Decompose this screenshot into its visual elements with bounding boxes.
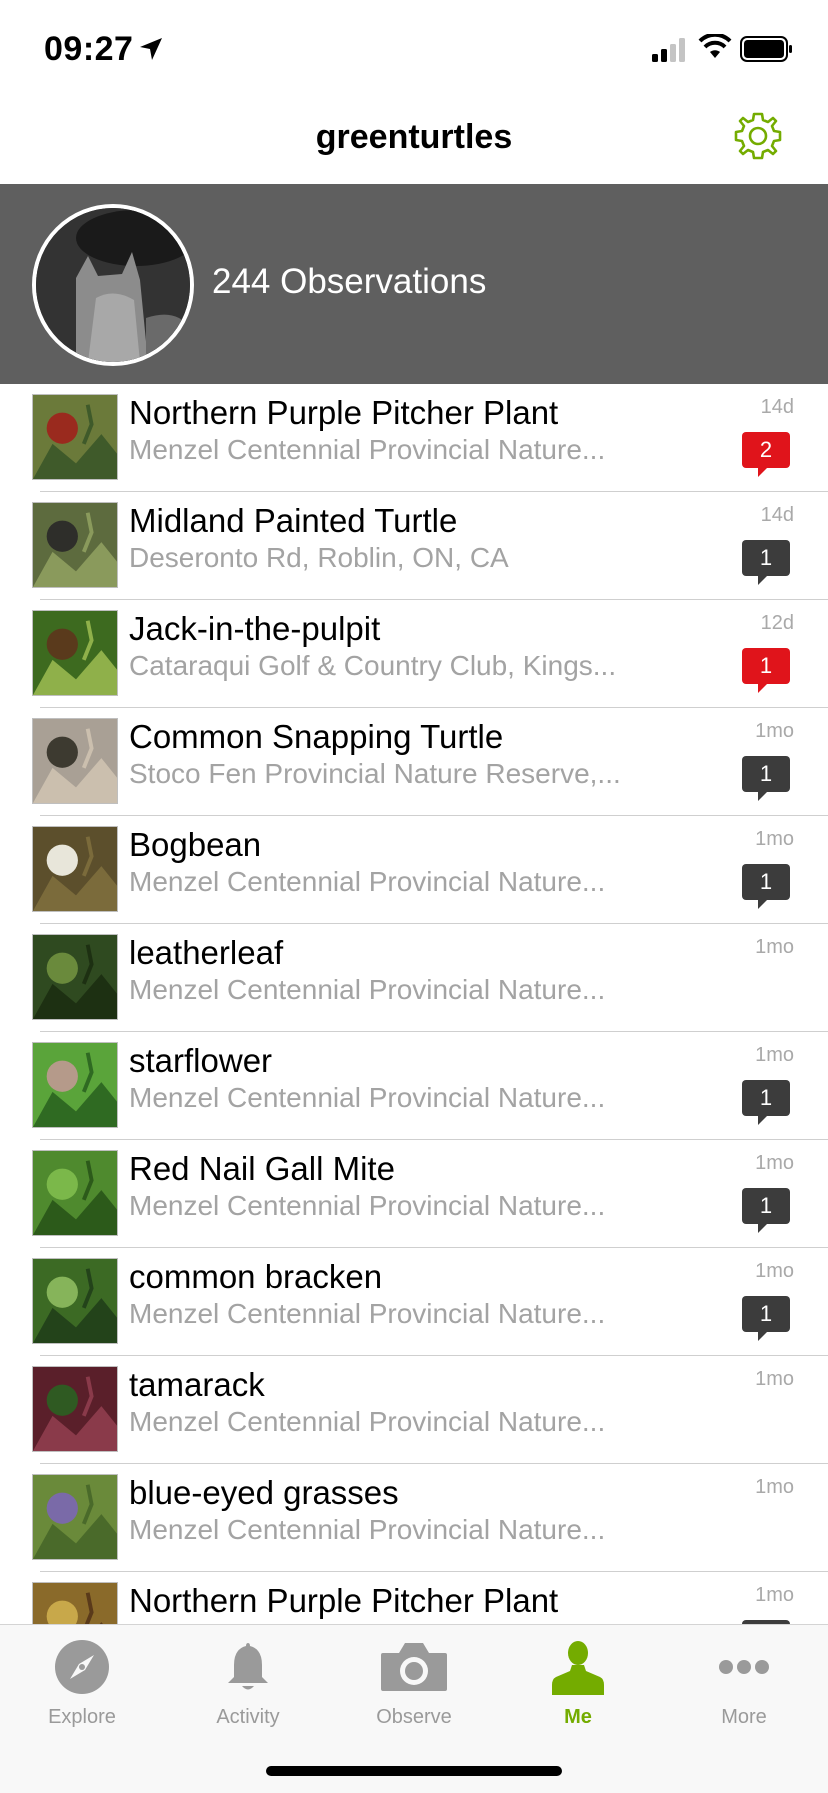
comment-count-badge: 1 bbox=[742, 756, 790, 801]
observation-age: 1mo bbox=[755, 1584, 794, 1606]
tab-activity[interactable]: Activity bbox=[188, 1639, 308, 1729]
observation-thumbnail bbox=[32, 934, 118, 1020]
observation-thumbnail bbox=[32, 1258, 118, 1344]
observation-place: Cataraqui Golf & Country Club, Kings... bbox=[129, 650, 617, 681]
observation-name: Jack-in-the-pulpit bbox=[129, 610, 381, 647]
observation-place: Menzel Centennial Provincial Nature... bbox=[129, 1190, 606, 1221]
observation-place: Menzel Centennial Provincial Nature... bbox=[129, 1514, 606, 1545]
observation-place: Menzel Centennial Provincial Nature... bbox=[129, 974, 606, 1005]
observation-age: 1mo bbox=[755, 1476, 794, 1498]
cellular-signal-icon bbox=[652, 38, 685, 62]
list-item[interactable]: Red Nail Gall Mite Menzel Centennial Pro… bbox=[0, 1140, 828, 1248]
comment-count-badge: 1 bbox=[742, 540, 790, 585]
list-item[interactable]: leatherleaf Menzel Centennial Provincial… bbox=[0, 924, 828, 1032]
list-item[interactable]: blue-eyed grasses Menzel Centennial Prov… bbox=[0, 1464, 828, 1572]
list-item[interactable]: common bracken Menzel Centennial Provinc… bbox=[0, 1248, 828, 1356]
observation-thumbnail bbox=[32, 718, 118, 804]
observation-thumbnail bbox=[32, 1366, 118, 1452]
person-icon bbox=[552, 1641, 604, 1695]
observation-name: leatherleaf bbox=[129, 934, 284, 971]
observation-list: Northern Purple Pitcher Plant Menzel Cen… bbox=[0, 384, 828, 1624]
observation-place: Menzel Centennial Provincial Nature... bbox=[129, 434, 606, 465]
observation-count: 244 Observations bbox=[212, 262, 487, 301]
observation-age: 1mo bbox=[755, 1260, 794, 1282]
comment-count-badge: 1 bbox=[742, 1188, 790, 1233]
list-item[interactable]: Northern Purple Pitcher Plant Menzel Cen… bbox=[0, 384, 828, 492]
list-item[interactable]: starflower Menzel Centennial Provincial … bbox=[0, 1032, 828, 1140]
home-indicator[interactable] bbox=[266, 1766, 562, 1776]
tab-label: Explore bbox=[48, 1706, 116, 1728]
observation-place: Menzel Centennial Provincial Nature... bbox=[129, 866, 606, 897]
observation-name: Northern Purple Pitcher Plant bbox=[129, 394, 559, 431]
location-arrow-icon bbox=[140, 38, 162, 60]
observation-thumbnail bbox=[32, 394, 118, 480]
list-item[interactable]: Northern Purple Pitcher Plant Menzel Cen… bbox=[0, 1572, 828, 1624]
ellipsis-icon bbox=[719, 1660, 769, 1674]
camera-icon bbox=[381, 1643, 447, 1691]
observation-age: 12d bbox=[760, 612, 794, 634]
observation-name: Midland Painted Turtle bbox=[129, 502, 458, 539]
comment-count-badge: 1 bbox=[742, 1296, 790, 1341]
page-title: greenturtles bbox=[315, 118, 513, 156]
tab-more[interactable]: More bbox=[684, 1639, 804, 1729]
tab-label: More bbox=[721, 1706, 767, 1728]
tab-observe[interactable]: Observe bbox=[354, 1639, 474, 1729]
list-item[interactable]: Jack-in-the-pulpit Cataraqui Golf & Coun… bbox=[0, 600, 828, 708]
observation-name: Red Nail Gall Mite bbox=[129, 1150, 395, 1187]
tab-label: Activity bbox=[216, 1706, 280, 1728]
nav-bar: greenturtles bbox=[0, 96, 828, 184]
status-bar: 09:27 bbox=[0, 0, 828, 96]
avatar-cat-image bbox=[36, 208, 190, 362]
tab-label: Observe bbox=[376, 1706, 452, 1728]
bell-icon bbox=[228, 1643, 268, 1690]
observation-name: tamarack bbox=[129, 1366, 265, 1403]
observation-place: Menzel Centennial Provincial Nature... bbox=[129, 1082, 606, 1113]
comment-count-badge: 1 bbox=[742, 648, 790, 693]
observation-age: 1mo bbox=[755, 1152, 794, 1174]
comment-count-badge: 1 bbox=[742, 1080, 790, 1125]
observation-thumbnail bbox=[32, 1150, 118, 1236]
observation-name: Northern Purple Pitcher Plant bbox=[129, 1582, 559, 1619]
tab-me[interactable]: Me bbox=[518, 1639, 638, 1729]
observation-thumbnail bbox=[32, 1474, 118, 1560]
observation-place: Deseronto Rd, Roblin, ON, CA bbox=[129, 542, 509, 573]
observation-thumbnail bbox=[32, 1042, 118, 1128]
list-item[interactable]: Common Snapping Turtle Stoco Fen Provinc… bbox=[0, 708, 828, 816]
observation-name: blue-eyed grasses bbox=[129, 1474, 399, 1511]
observation-name: starflower bbox=[129, 1042, 273, 1079]
battery-icon bbox=[740, 36, 792, 62]
observation-place: Menzel Centennial Provincial Nature... bbox=[129, 1298, 606, 1329]
gear-icon[interactable] bbox=[730, 108, 786, 164]
comment-count-badge: 2 bbox=[742, 432, 790, 477]
observation-place: Menzel Centennial Provincial Nature... bbox=[129, 1406, 606, 1437]
observation-age: 1mo bbox=[755, 1368, 794, 1390]
observation-name: common bracken bbox=[129, 1258, 383, 1295]
observation-age: 14d bbox=[760, 396, 794, 418]
observation-age: 14d bbox=[760, 504, 794, 526]
avatar[interactable] bbox=[32, 204, 194, 366]
observation-thumbnail bbox=[32, 1582, 118, 1624]
observation-age: 1mo bbox=[755, 1044, 794, 1066]
list-item[interactable]: Bogbean Menzel Centennial Provincial Nat… bbox=[0, 816, 828, 924]
observation-place: Stoco Fen Provincial Nature Reserve,... bbox=[129, 758, 621, 789]
observation-age: 1mo bbox=[755, 828, 794, 850]
observation-name: Bogbean bbox=[129, 826, 262, 863]
observation-age: 1mo bbox=[755, 720, 794, 742]
observation-thumbnail bbox=[32, 502, 118, 588]
tab-label: Me bbox=[564, 1706, 592, 1728]
observation-name: Common Snapping Turtle bbox=[129, 718, 504, 755]
comment-count-badge: 1 bbox=[742, 864, 790, 909]
observation-thumbnail bbox=[32, 610, 118, 696]
profile-banner: 244 Observations bbox=[0, 184, 828, 384]
tab-explore[interactable]: Explore bbox=[22, 1639, 142, 1729]
wifi-icon bbox=[698, 34, 732, 58]
observation-thumbnail bbox=[32, 826, 118, 912]
observation-age: 1mo bbox=[755, 936, 794, 958]
list-item[interactable]: Midland Painted Turtle Deseronto Rd, Rob… bbox=[0, 492, 828, 600]
compass-icon bbox=[55, 1640, 109, 1694]
list-item[interactable]: tamarack Menzel Centennial Provincial Na… bbox=[0, 1356, 828, 1464]
status-time: 09:27 bbox=[44, 30, 134, 68]
